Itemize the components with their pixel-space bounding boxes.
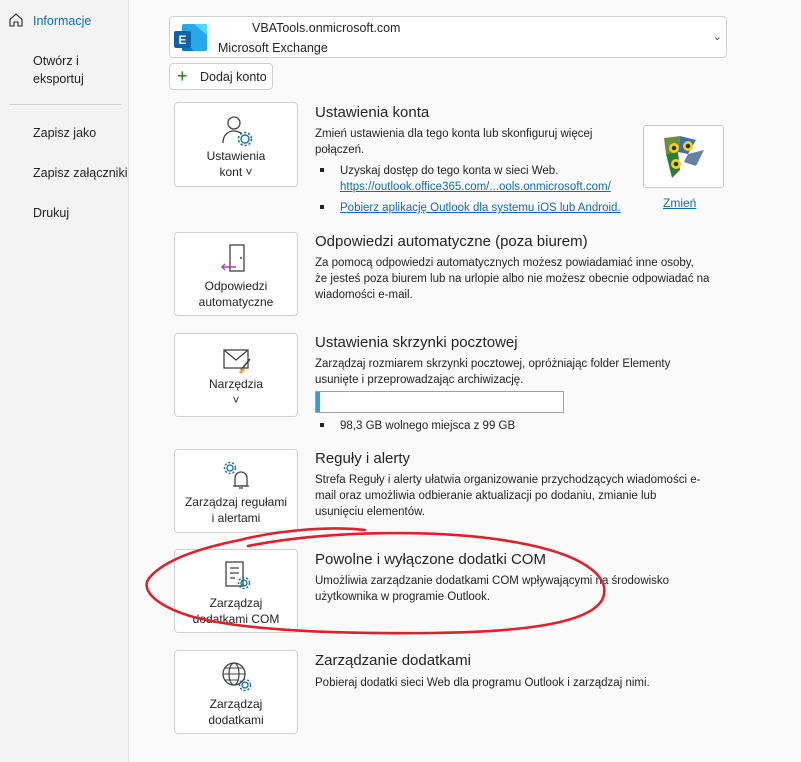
account-type: Microsoft Exchange	[218, 41, 328, 55]
owa-link[interactable]: https://outlook.office365.com/...ools.on…	[340, 179, 611, 195]
profile-picture[interactable]	[643, 125, 724, 188]
manage-com-addins-label: Zarządzaj dodatkami COM	[192, 596, 280, 626]
account-settings-label: Ustawienia kont ˅	[206, 149, 266, 179]
rules-desc: Strefa Reguły i alerty ułatwia organizow…	[315, 474, 701, 518]
rules-alerts-icon	[223, 461, 249, 489]
manage-addins-label: Zarządzaj dodatkami	[208, 697, 264, 727]
svg-text:E: E	[178, 33, 186, 47]
mailbox-settings-desc: Zarządzaj rozmiarem skrzynki pocztowej, …	[315, 358, 671, 386]
auto-replies-desc: Za pomocą odpowiedzi automatycznych może…	[315, 257, 710, 301]
add-account-label: Dodaj konto	[200, 70, 267, 84]
manage-rules-button[interactable]: Zarządzaj regułami i alertami	[174, 449, 298, 533]
change-picture-link[interactable]: Zmień	[663, 196, 696, 210]
manage-addins-button[interactable]: Zarządzaj dodatkami	[174, 650, 298, 734]
user-settings-icon	[222, 116, 253, 147]
account-settings-title: Ustawienia konta	[315, 104, 430, 121]
nav-save-as[interactable]: Zapisz jako	[33, 123, 96, 143]
addins-title: Zarządzanie dodatkami	[315, 652, 471, 669]
nav-save-attachments[interactable]: Zapisz załączniki	[33, 163, 127, 183]
storage-free-text: 98,3 GB wolnego miejsca z 99 GB	[340, 420, 516, 432]
bullet	[320, 168, 324, 172]
mailbox-tools-button[interactable]: Narzędzia ˅	[174, 333, 298, 417]
nav-print[interactable]: Drukuj	[33, 203, 69, 223]
chevron-down-icon[interactable]: ⌄	[713, 30, 722, 43]
account-settings-desc: Zmień ustawienia dla tego konta lub skon…	[315, 128, 593, 156]
mailbox-settings-title: Ustawienia skrzynki pocztowej	[315, 334, 518, 351]
globe-settings-icon	[222, 662, 252, 692]
exchange-logo-icon: E	[174, 24, 207, 51]
web-access-text: Uzyskaj dostęp do tego konta w sieci Web…	[340, 165, 559, 177]
bullet	[320, 205, 324, 209]
bullet	[320, 423, 324, 427]
nav-info[interactable]: Informacje	[33, 11, 91, 31]
com-addins-desc: Umożliwia zarządzanie dodatkami COM wpły…	[315, 575, 670, 603]
addins-desc: Pobieraj dodatki sieci Web dla programu …	[315, 677, 650, 689]
account-email: VBATools.onmicrosoft.com	[252, 21, 401, 35]
manage-rules-label: Zarządzaj regułami i alertami	[184, 495, 288, 525]
nav-open-export[interactable]: Otwórz i eksportuj	[33, 52, 84, 88]
profile-avatar-icon	[664, 136, 704, 178]
mailbox-tools-icon	[223, 349, 251, 374]
storage-progress-bar	[315, 391, 564, 413]
manage-com-addins-button[interactable]: Zarządzaj dodatkami COM	[174, 549, 298, 633]
mailbox-tools-label: Narzędzia ˅	[208, 377, 264, 407]
account-settings-button[interactable]: Ustawienia kont ˅	[174, 102, 298, 187]
auto-replies-label: Odpowiedzi automatyczne	[198, 279, 274, 309]
com-addins-icon	[225, 561, 251, 590]
nav-divider	[9, 104, 121, 105]
com-addins-title: Powolne i wyłączone dodatki COM	[315, 551, 546, 568]
auto-replies-button[interactable]: Odpowiedzi automatyczne	[174, 232, 298, 316]
storage-progress-fill	[316, 392, 320, 412]
door-arrow-icon	[221, 244, 245, 272]
add-account-button[interactable]: + Dodaj konto	[169, 63, 273, 90]
home-icon	[9, 13, 23, 27]
account-selector[interactable]: E VBATools.onmicrosoft.com Microsoft Exc…	[169, 16, 727, 58]
rules-title: Reguły i alerty	[315, 450, 411, 467]
mobile-app-link[interactable]: Pobierz aplikację Outlook dla systemu iO…	[340, 200, 621, 216]
plus-icon: +	[177, 66, 188, 86]
auto-replies-title: Odpowiedzi automatyczne (poza biurem)	[315, 233, 588, 250]
backstage-sidebar: Informacje Otwórz i eksportuj Zapisz jak…	[0, 0, 129, 762]
